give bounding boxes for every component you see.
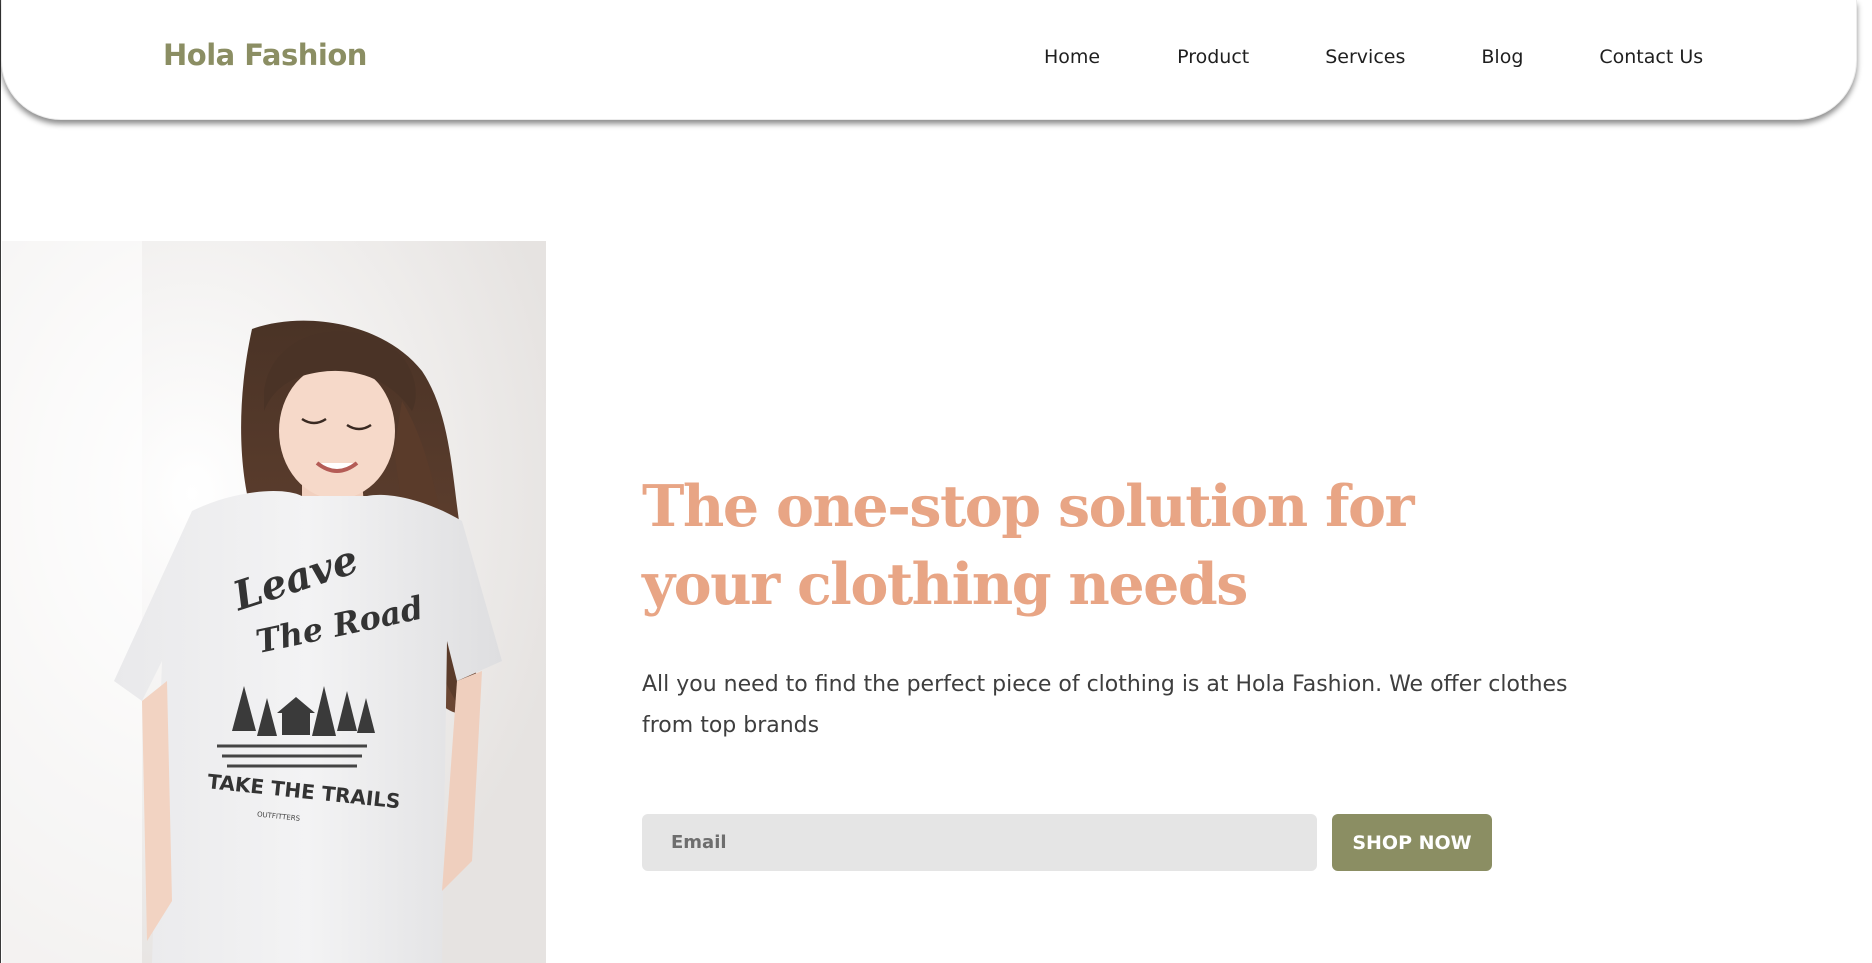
nav-link-home[interactable]: Home (1044, 46, 1100, 68)
main-nav: Home Product Services Blog Contact Us (1044, 46, 1703, 68)
nav-link-product[interactable]: Product (1177, 46, 1249, 68)
email-input[interactable] (642, 814, 1317, 871)
nav-link-blog[interactable]: Blog (1481, 46, 1523, 68)
model-illustration: Leave The Road TAKE THE TRAILS OUTFITTER… (2, 241, 546, 963)
nav-link-services[interactable]: Services (1325, 46, 1405, 68)
hero-headline: The one-stop solution for your clothing … (642, 473, 1415, 618)
hero-image: Leave The Road TAKE THE TRAILS OUTFITTER… (2, 241, 546, 963)
nav-link-contact-us[interactable]: Contact Us (1599, 46, 1703, 68)
navbar: Hola Fashion Home Product Services Blog … (1, 0, 1857, 120)
hero-subtext: All you need to find the perfect piece o… (642, 672, 1568, 738)
brand-logo[interactable]: Hola Fashion (163, 38, 367, 72)
page: Hola Fashion Home Product Services Blog … (0, 0, 1872, 963)
shop-now-button[interactable]: SHOP NOW (1332, 814, 1492, 871)
